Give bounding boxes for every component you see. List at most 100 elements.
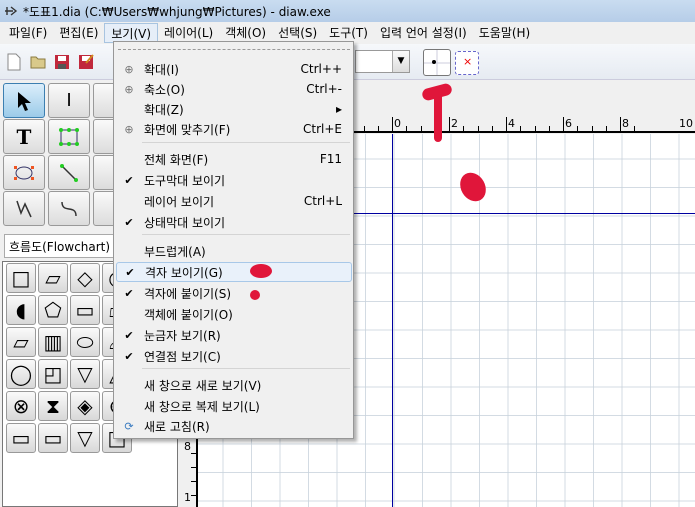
- menu-item-label: 전체 화면(F): [144, 152, 209, 167]
- save-icon[interactable]: [54, 53, 70, 71]
- ellipse-select-icon: [14, 165, 34, 180]
- flowchart-shape-button[interactable]: ⬠: [38, 295, 68, 325]
- view-menu-item[interactable]: ✔ 격자 보이기(G): [116, 262, 352, 282]
- ruler-tick: [191, 495, 196, 497]
- menu-item-shortcut: Ctrl+L: [303, 194, 342, 208]
- flowchart-shape-button[interactable]: ⬭: [70, 327, 100, 357]
- view-menu-item[interactable]: ⊕ 확대(I) Ctrl++: [116, 59, 352, 79]
- menu-item-label: 도구막대 보이기: [144, 173, 226, 188]
- flowchart-shape-button[interactable]: ▽: [70, 359, 100, 389]
- menu-item-label: 새로 고침(R): [144, 419, 210, 434]
- view-menu-dropdown: ⊕ 확대(I) Ctrl++ ⊕ 축소(O) Ctrl+- 확대(Z) ▸ ⊕ 화면에 맞추기(F…: [113, 41, 354, 439]
- flowchart-shape-icon: ◰: [43, 362, 63, 386]
- ruler-label: 2: [451, 117, 458, 130]
- view-menu-item[interactable]: ✔ 격자에 붙이기(S): [116, 283, 352, 303]
- menu-item-label: 확대(I): [144, 62, 179, 77]
- menu-file[interactable]: 파일(F): [3, 23, 53, 43]
- menu-select[interactable]: 선택(S): [272, 23, 323, 43]
- view-menu-item[interactable]: ✔ 도구막대 보이기: [116, 170, 352, 190]
- tool-line[interactable]: [48, 155, 90, 190]
- menu-item-label: 객체에 붙이기(O): [144, 307, 233, 322]
- title-bar: *도표1.dia (C:₩Users₩whjung₩Pictures) - di…: [0, 0, 695, 22]
- menu-help[interactable]: 도움말(H): [473, 23, 537, 43]
- tool-box[interactable]: [48, 119, 90, 154]
- tool-pointer[interactable]: [3, 83, 45, 118]
- tool-bezier[interactable]: [48, 191, 90, 226]
- view-menu-item[interactable]: 전체 화면(F) F11: [116, 149, 352, 169]
- view-menu-item[interactable]: ⊕ 축소(O) Ctrl+-: [116, 79, 352, 99]
- snap-to-grid-toggle[interactable]: [423, 49, 451, 76]
- flowchart-shape-icon: ⧗: [45, 394, 61, 418]
- flowchart-shape-button[interactable]: ◯: [6, 359, 36, 389]
- flowchart-shape-button[interactable]: ▭: [38, 423, 68, 453]
- line-icon: [60, 163, 78, 182]
- flowchart-shape-button[interactable]: ⊗: [6, 391, 36, 421]
- ruler-tick: [591, 126, 593, 131]
- ruler-tick: [520, 126, 522, 131]
- flowchart-shape-icon: ◈: [77, 394, 93, 418]
- menu-separator: [142, 368, 350, 369]
- tear-off-line[interactable]: [118, 49, 350, 50]
- ruler-tick: [191, 452, 196, 454]
- ruler-tick: [191, 481, 196, 482]
- view-menu-item[interactable]: ⟳ 새로 고침(R): [116, 416, 352, 436]
- dia-app-icon: [5, 6, 18, 16]
- menu-input-language[interactable]: 입력 언어 설정(I): [374, 23, 473, 43]
- flowchart-shape-button[interactable]: ▭: [6, 423, 36, 453]
- flowchart-shape-button[interactable]: ▭: [70, 295, 100, 325]
- flowchart-shape-button[interactable]: ▱: [6, 327, 36, 357]
- flowchart-shape-button[interactable]: ▽: [70, 423, 100, 453]
- flowchart-shape-button[interactable]: ▱: [38, 263, 68, 293]
- ruler-tick: [392, 117, 393, 131]
- view-menu-item[interactable]: 새 창으로 복제 보기(L): [116, 396, 352, 416]
- flowchart-shape-button[interactable]: ◖: [6, 295, 36, 325]
- menu-layer[interactable]: 레이어(L): [158, 23, 219, 43]
- flowchart-shape-icon: ▥: [43, 330, 63, 354]
- annotation-dot: [250, 290, 260, 300]
- view-menu-item[interactable]: 부드럽게(A): [116, 241, 352, 261]
- view-menu-item[interactable]: 새 창으로 새로 보기(V): [116, 375, 352, 395]
- menu-tools[interactable]: 도구(T): [323, 23, 374, 43]
- ruler-tick: [363, 126, 365, 131]
- ruler-tick: [577, 126, 579, 131]
- ruler-tick: [491, 126, 493, 131]
- view-menu-item[interactable]: ✔ 눈금자 보기(R): [116, 325, 352, 345]
- view-menu-item[interactable]: ⊕ 화면에 맞추기(F) Ctrl+E: [116, 119, 352, 139]
- tool-zigzag[interactable]: [3, 191, 45, 226]
- flowchart-shape-button[interactable]: ⧗: [38, 391, 68, 421]
- menu-object[interactable]: 객체(O): [219, 23, 272, 43]
- flowchart-shape-button[interactable]: □: [6, 263, 36, 293]
- menu-item-label: 레이어 보이기: [144, 194, 215, 209]
- chevron-down-icon[interactable]: ▼: [392, 51, 409, 72]
- tool-polygon[interactable]: [3, 155, 45, 190]
- text-tool-icon: T: [16, 124, 32, 149]
- annotation-heart: [250, 264, 272, 278]
- menu-edit[interactable]: 편집(E): [53, 23, 104, 43]
- tool-text-cursor[interactable]: I: [48, 83, 90, 118]
- flowchart-shape-button[interactable]: ◰: [38, 359, 68, 389]
- view-menu-item[interactable]: 확대(Z) ▸: [116, 99, 352, 119]
- menu-item-label: 눈금자 보기(R): [144, 328, 221, 343]
- ruler-tick: [191, 466, 196, 468]
- zoom-combo[interactable]: ▼: [355, 50, 410, 73]
- checkmark-icon: ✔: [124, 173, 134, 187]
- save-as-icon[interactable]: [78, 53, 94, 71]
- flowchart-shape-button[interactable]: ◇: [70, 263, 100, 293]
- tool-text[interactable]: T: [3, 119, 45, 154]
- view-menu-item[interactable]: 객체에 붙이기(O): [116, 304, 352, 324]
- open-folder-icon[interactable]: [30, 53, 46, 71]
- view-menu-item[interactable]: 레이어 보이기 Ctrl+L: [116, 191, 352, 211]
- zoom-out-icon: ⊕: [124, 82, 134, 96]
- view-menu-item[interactable]: ✔ 연결점 보기(C): [116, 346, 352, 366]
- ruler-tick: [477, 126, 479, 131]
- object-snap-toggle[interactable]: ×: [455, 51, 479, 75]
- menu-item-label: 상태막대 보이기: [144, 215, 226, 230]
- menu-item-label: 새 창으로 새로 보기(V): [144, 378, 262, 393]
- flowchart-shape-button[interactable]: ◈: [70, 391, 100, 421]
- new-file-icon[interactable]: [6, 53, 22, 71]
- flowchart-shape-button[interactable]: ▥: [38, 327, 68, 357]
- ruler-label: 8: [622, 117, 629, 130]
- menu-view[interactable]: 보기(V): [104, 23, 159, 43]
- view-menu-item[interactable]: ✔ 상태막대 보이기: [116, 212, 352, 232]
- origin-guide-vertical: [392, 134, 393, 507]
